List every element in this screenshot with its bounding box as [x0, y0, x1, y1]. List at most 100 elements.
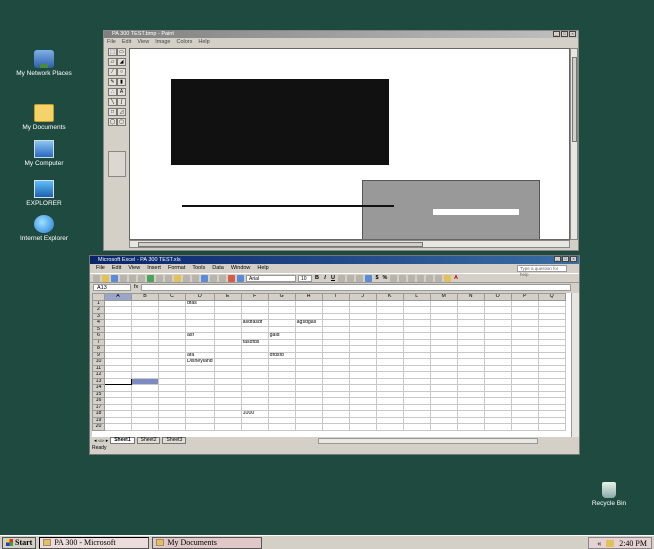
- row-header[interactable]: 20: [92, 423, 105, 431]
- new-icon[interactable]: [93, 274, 100, 282]
- permission-icon[interactable]: [120, 274, 127, 282]
- italic-icon[interactable]: I: [322, 275, 328, 281]
- increase-indent-icon[interactable]: [426, 274, 433, 282]
- cell-q20[interactable]: [537, 423, 566, 431]
- comma-icon[interactable]: [390, 274, 397, 282]
- paint-canvas[interactable]: [129, 48, 570, 240]
- minimize-button[interactable]: _: [553, 31, 560, 37]
- scroll-thumb[interactable]: [138, 242, 423, 247]
- cell-d20[interactable]: [185, 423, 215, 431]
- rectangle-icon[interactable]: □: [108, 108, 117, 116]
- cell-j20[interactable]: [348, 423, 377, 431]
- cell-m20[interactable]: [429, 423, 458, 431]
- select-icon[interactable]: ▭: [117, 48, 126, 56]
- spreadsheet-grid[interactable]: A B C D E F G H I J K L M N O P Q 1 dfas…: [92, 293, 571, 437]
- desktop-icon-explorer[interactable]: EXPLORER: [16, 180, 72, 207]
- polygon-icon[interactable]: ◿: [117, 108, 126, 116]
- tool-options[interactable]: [108, 151, 126, 177]
- cell-p20[interactable]: [510, 423, 539, 431]
- menu-help[interactable]: Help: [257, 264, 268, 273]
- sort-icon[interactable]: [219, 274, 226, 282]
- cell-e20[interactable]: [213, 423, 242, 431]
- paint-titlebar[interactable]: PA 300 TEST.bmp - Paint _ □ ×: [104, 31, 578, 38]
- drawing-icon[interactable]: [237, 274, 244, 282]
- name-box[interactable]: A13: [93, 283, 131, 291]
- help-search-input[interactable]: Type a question for help: [517, 265, 567, 277]
- minimize-button[interactable]: _: [554, 256, 561, 262]
- bold-icon[interactable]: B: [314, 275, 320, 281]
- align-center-icon[interactable]: [347, 274, 354, 282]
- menu-edit[interactable]: Edit: [122, 38, 131, 46]
- hyperlink-icon[interactable]: [201, 274, 208, 282]
- save-icon[interactable]: [111, 274, 118, 282]
- picker-icon[interactable]: ⁄: [108, 68, 117, 76]
- percent-icon[interactable]: %: [382, 275, 388, 281]
- line-icon[interactable]: ╲: [108, 98, 117, 106]
- scroll-thumb[interactable]: [572, 57, 577, 142]
- excel-vertical-scrollbar[interactable]: [571, 293, 579, 437]
- maximize-button[interactable]: □: [561, 31, 568, 37]
- undo-icon[interactable]: [192, 274, 199, 282]
- increase-decimal-icon[interactable]: [399, 274, 406, 282]
- menu-data[interactable]: Data: [212, 264, 224, 273]
- clock[interactable]: 2:40 PM: [619, 539, 647, 548]
- menu-help[interactable]: Help: [198, 38, 209, 46]
- chart-icon[interactable]: [228, 274, 235, 282]
- text-icon[interactable]: A: [117, 88, 126, 96]
- cell-b20[interactable]: [131, 423, 159, 431]
- pencil-icon[interactable]: ✎: [108, 78, 117, 86]
- tray-folder-icon[interactable]: [606, 539, 615, 547]
- tab-sheet2[interactable]: Sheet2: [136, 437, 161, 444]
- taskbar-button-my-documents[interactable]: My Documents: [152, 536, 263, 549]
- menu-colors[interactable]: Colors: [176, 38, 192, 46]
- decrease-decimal-icon[interactable]: [408, 274, 415, 282]
- fill-icon[interactable]: ◢: [117, 58, 126, 66]
- airbrush-icon[interactable]: ∴: [108, 88, 117, 96]
- cell-a20[interactable]: [104, 423, 132, 431]
- tab-sheet1[interactable]: Sheet1: [110, 437, 135, 444]
- menu-tools[interactable]: Tools: [192, 264, 205, 273]
- close-button[interactable]: ×: [569, 31, 576, 37]
- preview-icon[interactable]: [138, 274, 145, 282]
- menu-image[interactable]: Image: [155, 38, 170, 46]
- paste-icon[interactable]: [174, 274, 181, 282]
- brush-icon[interactable]: ▮: [117, 78, 126, 86]
- menu-format[interactable]: Format: [168, 264, 185, 273]
- excel-titlebar[interactable]: Microsoft Excel - PA 300 TEST.xls _ □ ×: [90, 256, 579, 264]
- free-select-icon[interactable]: ⬚: [108, 48, 117, 56]
- fx-icon[interactable]: fx: [134, 284, 138, 290]
- taskbar-button-excel[interactable]: PA 300 - Microsoft: [39, 536, 150, 549]
- cell-h20[interactable]: [294, 423, 323, 431]
- cell-n20[interactable]: [456, 423, 485, 431]
- start-button[interactable]: Start: [2, 536, 37, 549]
- print-icon[interactable]: [129, 274, 136, 282]
- menu-file[interactable]: File: [96, 264, 105, 273]
- cell-c20[interactable]: [158, 423, 186, 431]
- currency-icon[interactable]: $: [374, 275, 380, 281]
- align-right-icon[interactable]: [356, 274, 363, 282]
- menu-file[interactable]: File: [107, 38, 116, 46]
- desktop-icon-recycle-bin[interactable]: Recycle Bin: [581, 482, 637, 507]
- menu-view[interactable]: View: [137, 38, 149, 46]
- menu-edit[interactable]: Edit: [112, 264, 121, 273]
- autosum-icon[interactable]: [210, 274, 217, 282]
- cut-icon[interactable]: [156, 274, 163, 282]
- menu-window[interactable]: Window: [231, 264, 251, 273]
- curve-icon[interactable]: ∫: [117, 98, 126, 106]
- align-left-icon[interactable]: [338, 274, 345, 282]
- underline-icon[interactable]: U: [330, 275, 336, 281]
- spelling-icon[interactable]: [147, 274, 154, 282]
- menu-view[interactable]: View: [128, 264, 140, 273]
- paint-vertical-scrollbar[interactable]: [570, 48, 578, 240]
- borders-icon[interactable]: [435, 274, 442, 282]
- tab-sheet3[interactable]: Sheet3: [162, 437, 187, 444]
- desktop-icon-my-computer[interactable]: My Computer: [16, 140, 72, 167]
- formula-input[interactable]: [141, 283, 571, 291]
- desktop-icon-internet-explorer[interactable]: Internet Explorer: [16, 215, 72, 242]
- font-size-select[interactable]: 10: [298, 274, 312, 282]
- cell-f20[interactable]: [240, 423, 269, 431]
- ellipse-icon[interactable]: ◯: [108, 118, 117, 126]
- excel-horizontal-scrollbar[interactable]: [318, 437, 539, 444]
- menu-insert[interactable]: Insert: [147, 264, 161, 273]
- close-button[interactable]: ×: [570, 256, 577, 262]
